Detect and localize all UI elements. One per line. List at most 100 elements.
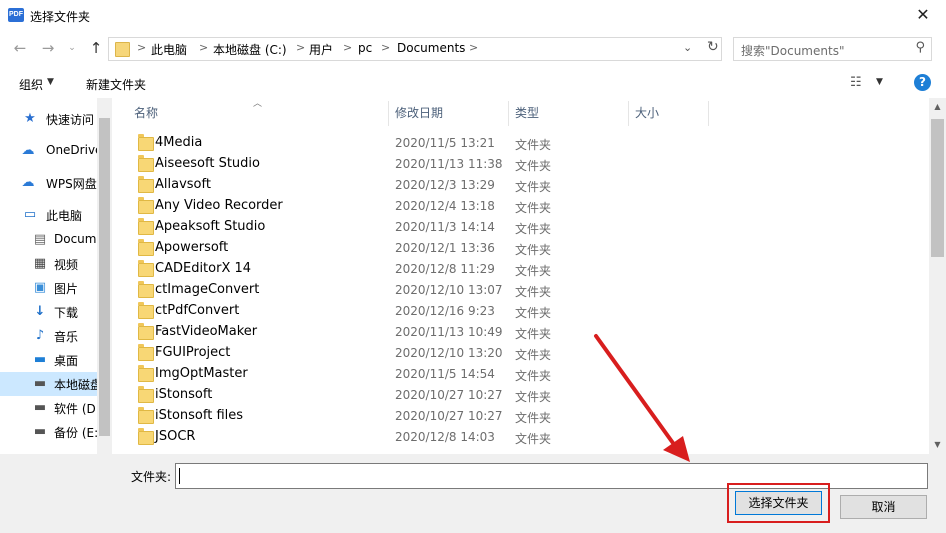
scroll-down-arrow-icon[interactable]: ▼ <box>929 436 946 454</box>
folder-icon <box>138 386 154 403</box>
sidebar-item-label: WPS网盘 <box>46 177 97 191</box>
file-name: Aiseesoft Studio <box>155 156 260 171</box>
file-name: ctPdfConvert <box>155 303 240 318</box>
file-row[interactable]: ctPdfConvert 2020/12/16 9:23 文件夹 <box>114 301 928 322</box>
organize-dropdown-arrow-icon[interactable]: ▼ <box>47 77 54 87</box>
file-modified: 2020/12/4 13:18 <box>395 199 495 213</box>
file-modified: 2020/11/5 14:54 <box>395 367 495 381</box>
new-folder-button[interactable]: 新建文件夹 <box>86 76 146 93</box>
back-arrow-icon[interactable]: ← <box>10 38 30 58</box>
cancel-button[interactable]: 取消 <box>840 495 927 519</box>
file-row[interactable]: Allavsoft 2020/12/3 13:29 文件夹 <box>114 175 928 196</box>
breadcrumb-separator-icon: > <box>381 41 391 54</box>
organize-menu-button[interactable]: 组织 <box>19 76 43 93</box>
sidebar-item-wps-drive[interactable]: ☁ WPS网盘 <box>0 171 97 195</box>
column-divider[interactable] <box>388 101 389 126</box>
file-name: Apeaksoft Studio <box>155 219 266 234</box>
file-row[interactable]: iStonsoft files 2020/10/27 10:27 文件夹 <box>114 406 928 427</box>
file-modified: 2020/11/5 13:21 <box>395 136 495 150</box>
file-row[interactable]: FastVideoMaker 2020/11/13 10:49 文件夹 <box>114 322 928 343</box>
search-placeholder: 搜索"Documents" <box>741 44 845 58</box>
recent-locations-chevron-icon[interactable]: ⌄ <box>62 38 82 58</box>
sidebar-item-music[interactable]: ♪ 音乐 <box>0 324 97 348</box>
column-header-type[interactable]: 类型 <box>515 101 539 125</box>
folder-icon <box>138 155 154 172</box>
file-name: Any Video Recorder <box>155 198 283 213</box>
folder-icon <box>138 218 154 235</box>
file-modified: 2020/12/1 13:36 <box>395 241 495 255</box>
file-row[interactable]: JSOCR 2020/12/8 14:03 文件夹 <box>114 427 928 448</box>
search-icon[interactable]: ⚲ <box>915 40 925 55</box>
breadcrumb-users[interactable]: 用户 <box>309 41 333 58</box>
breadcrumb-pc[interactable]: pc <box>358 41 372 55</box>
file-type: 文件夹 <box>515 264 552 278</box>
scroll-up-arrow-icon[interactable]: ▲ <box>929 98 946 116</box>
sidebar-item-downloads[interactable]: ↓ 下载 <box>0 300 97 324</box>
sidebar-item-label: 快速访问 <box>46 113 95 127</box>
file-type: 文件夹 <box>515 180 552 194</box>
sidebar-item-label: 视频 <box>54 258 79 272</box>
file-row[interactable]: Aiseesoft Studio 2020/11/13 11:38 文件夹 <box>114 154 928 175</box>
file-row[interactable]: Any Video Recorder 2020/12/4 13:18 文件夹 <box>114 196 928 217</box>
select-folder-button[interactable]: 选择文件夹 <box>735 491 822 515</box>
column-divider[interactable] <box>628 101 629 126</box>
file-row[interactable]: iStonsoft 2020/10/27 10:27 文件夹 <box>114 385 928 406</box>
navigation-scrollbar-thumb[interactable] <box>99 118 110 436</box>
file-name: iStonsoft files <box>155 408 244 423</box>
sidebar-item-videos[interactable]: ▦ 视频 <box>0 252 97 276</box>
folder-icon <box>138 239 154 256</box>
sidebar-item-backup-e[interactable]: ▬ 备份 (E:) <box>0 420 97 444</box>
help-icon[interactable]: ? <box>914 74 931 91</box>
star-icon: ★ <box>24 111 36 126</box>
sidebar-item-label: 软件 (D:) <box>54 402 97 416</box>
search-input[interactable]: 搜索"Documents" ⚲ <box>733 37 932 61</box>
file-row[interactable]: Apowersoft 2020/12/1 13:36 文件夹 <box>114 238 928 259</box>
close-button[interactable]: ✕ <box>900 0 946 32</box>
file-row[interactable]: Apeaksoft Studio 2020/11/3 14:14 文件夹 <box>114 217 928 238</box>
file-type: 文件夹 <box>515 159 552 173</box>
sidebar-item-this-pc[interactable]: ▭ 此电脑 <box>0 203 97 227</box>
text-caret <box>179 468 180 484</box>
refresh-icon[interactable]: ↻ <box>707 39 719 55</box>
cloud-icon: ☁ <box>21 143 35 158</box>
sidebar-item-local-disk-c[interactable]: ▬ 本地磁盘 (C:) <box>0 372 97 396</box>
column-header-size[interactable]: 大小 <box>635 101 659 125</box>
sidebar-item-pictures[interactable]: ▣ 图片 <box>0 276 97 300</box>
breadcrumb-documents[interactable]: Documents <box>397 41 465 55</box>
forward-arrow-icon[interactable]: → <box>38 38 58 58</box>
breadcrumb-separator-icon: > <box>137 41 147 54</box>
file-modified: 2020/12/10 13:07 <box>395 283 503 297</box>
column-header-name[interactable]: 名称 <box>134 101 158 125</box>
desktop-icon: ▬ <box>33 352 47 367</box>
sidebar-item-quick-access[interactable]: ★ 快速访问 <box>0 107 97 131</box>
up-arrow-icon[interactable]: ↑ <box>86 38 106 58</box>
sidebar-item-documents[interactable]: ▤ Documents <box>0 228 97 252</box>
file-row[interactable]: ctImageConvert 2020/12/10 13:07 文件夹 <box>114 280 928 301</box>
file-list-scrollbar-thumb[interactable] <box>931 119 944 257</box>
file-name: JSOCR <box>155 429 196 444</box>
view-options-icon[interactable]: ☷ <box>850 75 866 90</box>
sidebar-item-desktop[interactable]: ▬ 桌面 <box>0 348 97 372</box>
file-type: 文件夹 <box>515 222 552 236</box>
file-type: 文件夹 <box>515 243 552 257</box>
column-header-modified[interactable]: 修改日期 <box>395 101 443 125</box>
breadcrumb-this-pc[interactable]: 此电脑 <box>151 41 187 58</box>
breadcrumb-separator-icon: > <box>296 41 306 54</box>
view-dropdown-arrow-icon[interactable]: ▼ <box>876 77 883 87</box>
column-divider[interactable] <box>508 101 509 126</box>
file-row[interactable]: CADEditorX 14 2020/12/8 11:29 文件夹 <box>114 259 928 280</box>
file-row[interactable]: ImgOptMaster 2020/11/5 14:54 文件夹 <box>114 364 928 385</box>
sidebar-item-onedrive[interactable]: ☁ OneDrive <box>0 139 98 163</box>
address-dropdown-chevron-icon[interactable]: ⌄ <box>683 41 692 54</box>
cloud-icon: ☁ <box>21 175 35 190</box>
column-divider[interactable] <box>708 101 709 126</box>
address-bar[interactable]: > 此电脑 > 本地磁盘 (C:) > 用户 > pc > Documents … <box>108 37 722 61</box>
file-row[interactable]: FGUIProject 2020/12/10 13:20 文件夹 <box>114 343 928 364</box>
drive-icon: ▬ <box>33 424 47 439</box>
sidebar-item-software-d[interactable]: ▬ 软件 (D:) <box>0 396 97 420</box>
file-row[interactable]: 4Media 2020/11/5 13:21 文件夹 <box>114 133 928 154</box>
file-type: 文件夹 <box>515 348 552 362</box>
file-type: 文件夹 <box>515 201 552 215</box>
breadcrumb-local-disk[interactable]: 本地磁盘 (C:) <box>213 41 287 58</box>
sidebar-item-label: 下载 <box>54 306 79 320</box>
